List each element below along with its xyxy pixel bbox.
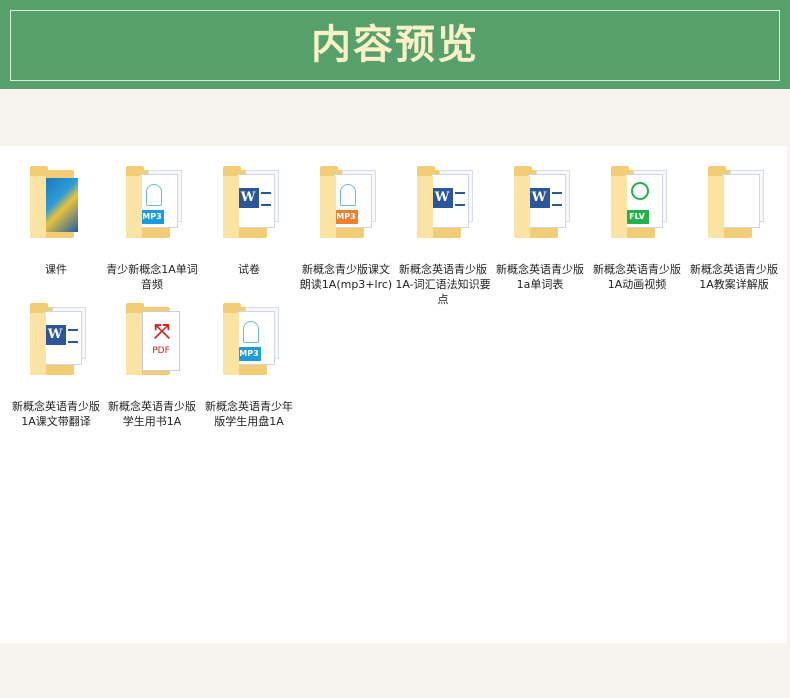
file-label: 试卷 bbox=[238, 263, 260, 276]
file-label: 新概念英语青少版1A课文带翻译 bbox=[12, 400, 100, 428]
file-label: 新概念英语青少版1a单词表 bbox=[496, 263, 584, 291]
folder-mp3-icon: MP3 bbox=[126, 166, 182, 242]
folder-mp3-icon: MP3 bbox=[223, 303, 279, 379]
folder-word-icon: W bbox=[30, 303, 86, 379]
file-label: 新概念英语青少年版学生用盘1A bbox=[205, 400, 293, 428]
folder-word-icon: W bbox=[514, 166, 570, 242]
page-title: 内容预览 bbox=[311, 21, 479, 68]
folder-word-icon: W bbox=[223, 166, 279, 242]
folder-video-icon: FLV bbox=[611, 166, 667, 242]
preview-banner: 内容预览 bbox=[0, 0, 790, 89]
file-label: 新概念英语青少版1A-词汇语法知识要点 bbox=[395, 263, 491, 306]
folder-document-icon bbox=[708, 166, 764, 242]
file-label: 青少新概念1A单词音频 bbox=[106, 263, 198, 291]
file-label: 新概念英语青少版学生用书1A bbox=[108, 400, 196, 428]
file-label: 课件 bbox=[45, 263, 67, 276]
folder-word-icon: W bbox=[417, 166, 473, 242]
folder-mp3-icon: MP3 bbox=[320, 166, 376, 242]
file-label: 新概念英语青少版1A动画视频 bbox=[593, 263, 681, 291]
file-browser-panel: 课件 MP3 青少新概念1A单词音频 W 试卷 MP3 新概念青少版课文朗读1A… bbox=[0, 146, 787, 643]
acrobat-icon: ⤧ bbox=[154, 319, 170, 343]
folder-pdf-icon: ⤧ PDF bbox=[126, 303, 182, 379]
file-label: 新概念青少版课文朗读1A(mp3+lrc) bbox=[299, 263, 393, 291]
folder-ppt-icon bbox=[30, 166, 86, 242]
file-label: 新概念英语青少版1A教案详解版 bbox=[690, 263, 778, 291]
